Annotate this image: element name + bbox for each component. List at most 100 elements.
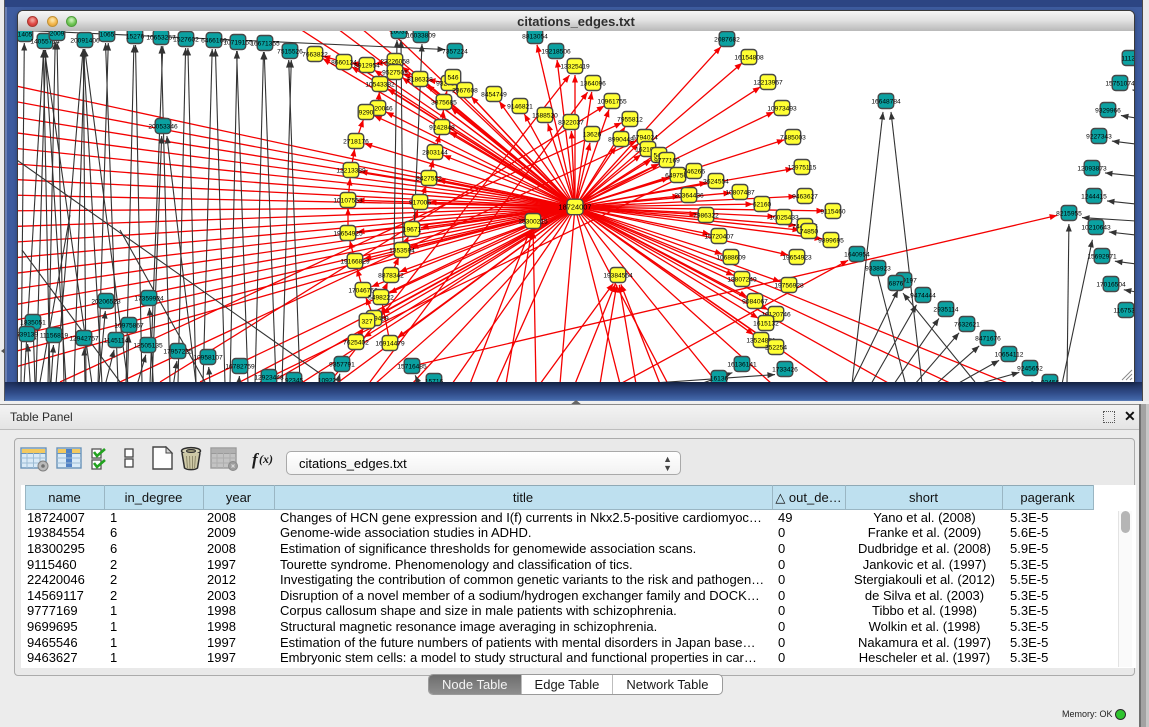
svg-text:11121: 11121 xyxy=(1121,56,1134,63)
svg-text:16782759: 16782759 xyxy=(225,364,255,371)
svg-text:16136141: 16136141 xyxy=(727,362,757,369)
svg-text:8454749: 8454749 xyxy=(481,92,507,99)
svg-text:(x): (x) xyxy=(259,452,273,466)
svg-text:10807487: 10807487 xyxy=(725,190,755,197)
svg-text:1615132: 1615132 xyxy=(753,321,779,328)
svg-text:9777169: 9777169 xyxy=(654,158,680,165)
svg-text:18807249: 18807249 xyxy=(727,277,757,284)
svg-text:25300215: 25300215 xyxy=(518,219,548,226)
svg-text:1065: 1065 xyxy=(100,32,115,39)
svg-text:9338923: 9338923 xyxy=(865,266,891,273)
svg-text:16033809: 16033809 xyxy=(406,33,436,40)
svg-text:1353594: 1353594 xyxy=(389,248,415,255)
svg-text:9474444: 9474444 xyxy=(910,293,936,300)
svg-text:2803144: 2803144 xyxy=(422,150,448,157)
svg-text:19384554: 19384554 xyxy=(603,273,633,280)
svg-text:7515526: 7515526 xyxy=(277,49,303,56)
svg-text:9899695: 9899695 xyxy=(818,238,844,245)
svg-text:7955812: 7955812 xyxy=(617,117,643,124)
svg-text:2367608: 2367608 xyxy=(452,88,478,95)
svg-text:546: 546 xyxy=(447,75,458,82)
svg-text:2718176: 2718176 xyxy=(343,139,369,146)
svg-text:19218506: 19218506 xyxy=(541,49,571,56)
svg-text:7485003: 7485003 xyxy=(780,135,806,142)
svg-text:20364436: 20364436 xyxy=(674,193,704,200)
svg-text:1588520: 1588520 xyxy=(532,113,558,120)
svg-text:8186328: 8186328 xyxy=(407,77,433,84)
svg-text:7632621: 7632621 xyxy=(954,322,980,329)
svg-text:19166829: 19166829 xyxy=(340,259,370,266)
svg-text:8471676: 8471676 xyxy=(975,336,1001,343)
svg-text:7357224: 7357224 xyxy=(442,49,468,56)
svg-text:2087682: 2087682 xyxy=(714,37,740,44)
svg-text:12093873: 12093873 xyxy=(1077,166,1107,173)
svg-text:746266: 746266 xyxy=(683,169,705,176)
svg-text:12923448: 12923448 xyxy=(254,375,284,382)
svg-text:2935114: 2935114 xyxy=(933,307,959,314)
svg-text:5498222: 5498222 xyxy=(368,295,394,302)
svg-text:15276: 15276 xyxy=(126,34,145,41)
svg-text:62160: 62160 xyxy=(753,202,772,209)
svg-text:7986322: 7986322 xyxy=(693,213,719,220)
svg-text:1835051: 1835051 xyxy=(20,320,46,327)
svg-text:939139: 939139 xyxy=(18,332,38,339)
svg-text:15716: 15716 xyxy=(425,379,444,383)
svg-text:16136: 16136 xyxy=(710,376,729,383)
svg-text:1244415: 1244415 xyxy=(1081,194,1107,201)
svg-text:7663822: 7663822 xyxy=(302,52,328,59)
svg-text:10653267: 10653267 xyxy=(146,35,176,42)
svg-text:92345: 92345 xyxy=(285,378,304,383)
svg-text:10922: 10922 xyxy=(318,378,337,383)
svg-text:10210643: 10210643 xyxy=(1081,225,1111,232)
svg-text:12213389: 12213389 xyxy=(336,168,366,175)
svg-text:12942757: 12942757 xyxy=(69,336,99,343)
svg-text:1527602: 1527602 xyxy=(173,37,199,44)
svg-text:8215955: 8215955 xyxy=(1056,211,1082,218)
svg-text:9329966: 9329966 xyxy=(1095,108,1121,115)
svg-text:12213967: 12213967 xyxy=(753,80,783,87)
svg-text:9084067: 9084067 xyxy=(742,299,768,306)
svg-text:19671: 19671 xyxy=(403,227,422,234)
svg-text:1733426: 1733426 xyxy=(772,367,798,374)
svg-text:6876: 6876 xyxy=(889,281,904,288)
svg-text:16154808: 16154808 xyxy=(734,55,764,62)
svg-text:8990448: 8990448 xyxy=(608,137,634,144)
svg-text:19756928: 19756928 xyxy=(774,283,804,290)
svg-text:10719155: 10719155 xyxy=(223,40,253,47)
svg-text:13626: 13626 xyxy=(583,132,602,139)
svg-text:917006: 917006 xyxy=(409,200,431,207)
svg-text:9463627: 9463627 xyxy=(792,194,818,201)
svg-text:10975867: 10975867 xyxy=(114,323,144,330)
svg-text:20206523: 20206523 xyxy=(91,299,121,306)
svg-text:1145114: 1145114 xyxy=(104,338,129,345)
svg-text:1640954: 1640954 xyxy=(844,252,870,259)
svg-text:9146821: 9146821 xyxy=(507,104,533,111)
svg-text:17016504: 17016504 xyxy=(1096,282,1126,289)
svg-text:12975115: 12975115 xyxy=(788,165,817,172)
svg-text:8813054: 8813054 xyxy=(522,34,548,41)
svg-text:10973493: 10973493 xyxy=(767,106,797,113)
svg-text:252254: 252254 xyxy=(765,345,787,352)
svg-text:9857791: 9857791 xyxy=(329,362,355,369)
svg-text:8427552: 8427552 xyxy=(416,176,442,183)
svg-text:17957225: 17957225 xyxy=(163,349,193,356)
svg-text:15720407: 15720407 xyxy=(704,234,734,241)
svg-text:19654923: 19654923 xyxy=(782,255,812,262)
svg-text:92456: 92456 xyxy=(1041,380,1060,383)
svg-text:10025433: 10025433 xyxy=(769,215,799,222)
svg-text:12505135: 12505135 xyxy=(133,343,163,350)
svg-text:8912954: 8912954 xyxy=(354,63,380,70)
svg-text:10961755: 10961755 xyxy=(597,99,627,106)
svg-text:9227343: 9227343 xyxy=(1086,134,1112,141)
svg-text:8322037: 8322037 xyxy=(558,120,584,127)
svg-text:9245652: 9245652 xyxy=(1017,366,1043,373)
svg-text:9242848: 9242848 xyxy=(429,125,455,132)
svg-text:10107553: 10107553 xyxy=(333,198,363,205)
svg-text:3875685: 3875685 xyxy=(431,100,457,107)
svg-text:327: 327 xyxy=(361,319,372,326)
svg-text:10654112: 10654112 xyxy=(995,352,1024,359)
svg-text:10688609: 10688609 xyxy=(716,255,746,262)
svg-text:10958107: 10958107 xyxy=(193,355,223,362)
svg-text:1167533: 1167533 xyxy=(1113,308,1134,315)
svg-text:15751074: 15751074 xyxy=(1105,81,1134,88)
